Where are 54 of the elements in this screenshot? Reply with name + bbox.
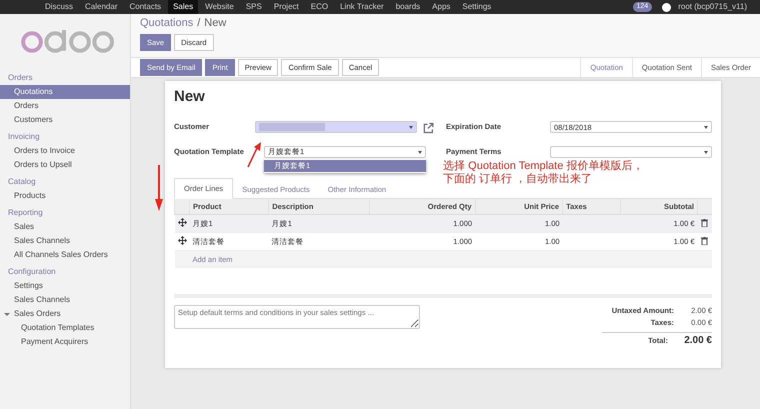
breadcrumb-separator: / — [197, 16, 200, 30]
user-menu[interactable]: root (bcp0715_v11) — [673, 0, 752, 14]
external-link-icon[interactable] — [423, 122, 434, 134]
drag-handle-icon[interactable] — [178, 236, 186, 245]
annotation-arrow-icon — [246, 142, 262, 168]
sidebar-section-title: Configuration — [7, 266, 57, 278]
sidebar-item[interactable]: Orders — [0, 99, 130, 113]
top-menu-item[interactable]: ECO — [306, 0, 334, 14]
top-menu-item[interactable]: SPS — [240, 0, 267, 14]
top-menu-item[interactable]: Link Tracker — [335, 0, 389, 14]
sidebar-item[interactable]: Customers — [0, 113, 130, 127]
sidebar-section-title: Catalog — [7, 176, 37, 188]
sidebar-section-title: Reporting — [7, 207, 44, 219]
dropdown-caret-icon — [704, 150, 708, 154]
dropdown-caret-icon — [704, 126, 708, 128]
sidebar-item[interactable]: Sales Channels — [0, 234, 130, 248]
annotation-arrow-icon — [155, 165, 163, 211]
trash-icon[interactable] — [700, 236, 708, 244]
blurred-value-placeholder — [259, 123, 326, 131]
sidebar-item[interactable]: Quotation Templates — [0, 321, 130, 335]
sidebar-section-title: Orders — [7, 72, 34, 84]
sidebar-item[interactable]: Orders to Upsell — [0, 158, 130, 172]
avatar-icon — [662, 2, 672, 12]
sidebar-item[interactable]: All Channels Sales Orders — [0, 248, 130, 262]
annotation-text: 下面的 订单行 ，自动带出来了 — [443, 173, 594, 186]
breadcrumb-current: New — [204, 16, 226, 30]
annotation-text: 选择 Quotation Template 报价单模版后， — [443, 160, 644, 173]
select-field[interactable] — [255, 121, 418, 133]
dropdown-caret-icon — [409, 126, 414, 128]
top-menu-item[interactable]: Calendar — [80, 0, 122, 14]
trash-icon[interactable] — [700, 218, 708, 226]
drag-handle-icon[interactable] — [178, 218, 186, 227]
top-menu-item[interactable]: Contacts — [124, 0, 166, 14]
total-value: 2.00 € — [683, 335, 712, 347]
top-menu-item[interactable]: Apps — [427, 0, 456, 14]
form-title: New — [174, 88, 206, 105]
sidebar-item[interactable]: Sales — [0, 220, 130, 234]
dropdown-caret-icon — [418, 150, 422, 154]
sidebar-section-title: Invoicing — [7, 131, 41, 143]
sidebar-item[interactable]: Payment Acquirers — [0, 335, 130, 349]
select-field[interactable] — [550, 146, 712, 158]
top-menu-item[interactable]: Project — [268, 0, 304, 14]
sidebar-item[interactable]: Sales Channels — [0, 293, 130, 307]
sidebar-item[interactable]: Sales Orders — [0, 307, 130, 321]
top-menu-item[interactable]: boards — [390, 0, 426, 14]
sidebar-item[interactable]: Quotations — [0, 85, 130, 99]
top-menu-item[interactable]: Website — [200, 0, 239, 14]
top-menu-item[interactable]: Sales — [168, 0, 198, 14]
sidebar-item[interactable]: Products — [0, 189, 130, 203]
sidebar-item[interactable]: Settings — [0, 279, 130, 293]
top-menu-item[interactable]: Settings — [457, 0, 496, 14]
top-menu-item[interactable]: Discuss — [40, 0, 78, 14]
breadcrumb-link[interactable]: Quotations — [140, 16, 194, 30]
sidebar-item[interactable]: Orders to Invoice — [0, 144, 130, 158]
